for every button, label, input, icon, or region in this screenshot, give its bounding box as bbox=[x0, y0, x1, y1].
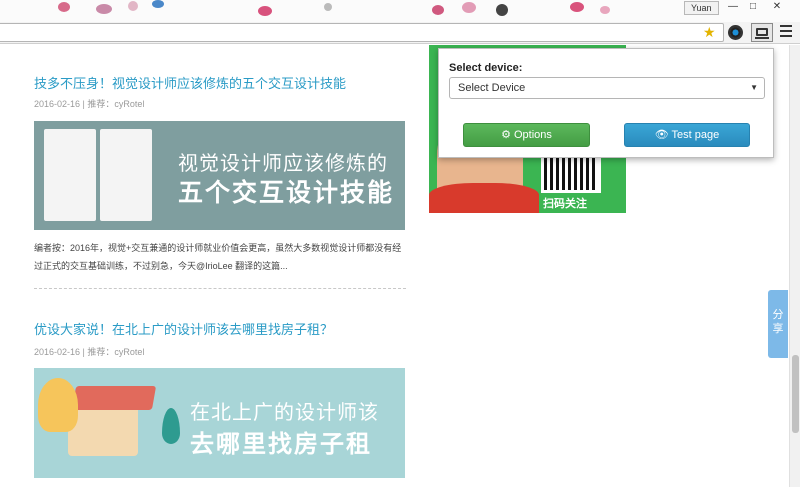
browser-toolbar: ★ bbox=[0, 22, 800, 44]
banner-headline: 视觉设计师应该修炼的 bbox=[178, 153, 388, 175]
page-scrollbar[interactable] bbox=[789, 45, 800, 487]
bird-decoration bbox=[496, 4, 508, 16]
close-button[interactable]: ✕ bbox=[766, 1, 788, 15]
house-roof bbox=[71, 386, 157, 410]
tree-illustration bbox=[162, 408, 180, 444]
post-banner-image[interactable]: 视觉设计师应该修炼的 五个交互设计技能 bbox=[34, 121, 405, 230]
post-meta: 2016-02-16 | 推荐：cyRotel bbox=[34, 347, 145, 357]
device-extension-popup: Select device: Select Device ▼ ⚙ Options… bbox=[438, 48, 774, 158]
post-title-link[interactable]: 优设大家说！在北上广的设计师该去哪里找房子租？ bbox=[34, 319, 333, 338]
qr-code-label: 扫码关注 bbox=[543, 198, 587, 210]
child-photo-shirt bbox=[429, 183, 539, 213]
flower-decoration bbox=[570, 2, 584, 12]
scrollbar-thumb[interactable] bbox=[792, 355, 799, 433]
post-item: 技多不压身！视觉设计师应该修炼的五个交互设计技能 2016-02-16 | 推荐… bbox=[34, 45, 406, 295]
butterfly-decoration bbox=[152, 0, 164, 8]
banner-headline-bold: 去哪里找房子租 bbox=[190, 431, 372, 458]
person-illustration bbox=[38, 378, 78, 432]
dropdown-arrow-icon: ▼ bbox=[750, 83, 758, 92]
device-select-value: Select Device bbox=[458, 82, 526, 94]
flower-decoration bbox=[258, 6, 272, 16]
bookmark-star-icon[interactable]: ★ bbox=[703, 24, 716, 40]
post-meta: 2016-02-16 | 推荐：cyRotel bbox=[34, 99, 145, 109]
post-excerpt: 编者按：2016年，视觉+交互兼通的设计师就业价值会更高，虽然大多数视觉设计师都… bbox=[34, 243, 402, 271]
options-button[interactable]: ⚙ Options bbox=[463, 123, 590, 147]
mockup-card bbox=[44, 129, 96, 221]
device-icon bbox=[756, 28, 768, 36]
banner-headline-bold: 五个交互设计技能 bbox=[178, 179, 395, 207]
flower-decoration bbox=[600, 6, 610, 14]
share-button[interactable]: 分享 bbox=[768, 290, 788, 358]
extension-camera-icon[interactable] bbox=[728, 25, 743, 40]
restore-button[interactable]: □ bbox=[742, 1, 764, 15]
select-device-label: Select device: bbox=[449, 62, 523, 74]
flower-decoration bbox=[324, 3, 332, 11]
flower-decoration bbox=[128, 1, 138, 11]
device-select[interactable]: Select Device ▼ bbox=[449, 77, 765, 99]
device-icon-base bbox=[755, 37, 769, 39]
flower-decoration bbox=[432, 5, 444, 15]
title-bar: Yuan — □ ✕ bbox=[0, 0, 800, 22]
minimize-button[interactable]: — bbox=[722, 1, 744, 15]
profile-button[interactable]: Yuan bbox=[684, 1, 719, 15]
mockup-card bbox=[100, 129, 152, 221]
post-divider bbox=[34, 288, 406, 289]
post-item: 优设大家说！在北上广的设计师该去哪里找房子租？ 2016-02-16 | 推荐：… bbox=[34, 295, 406, 487]
browser-menu-icon[interactable] bbox=[780, 25, 792, 40]
flower-decoration bbox=[462, 2, 476, 13]
banner-headline: 在北上广的设计师该 bbox=[190, 402, 379, 424]
test-page-button[interactable]: 👁 Test page bbox=[624, 123, 750, 147]
address-bar[interactable] bbox=[0, 23, 724, 42]
device-emulator-extension-button[interactable] bbox=[751, 23, 773, 42]
browser-window: Yuan — □ ✕ ★ 技多不压身！视觉设计师应该修炼的五个交互设计技能 20… bbox=[0, 0, 800, 487]
flower-decoration bbox=[96, 4, 112, 14]
post-banner-image[interactable]: 在北上广的设计师该 去哪里找房子租 bbox=[34, 368, 405, 478]
post-title-link[interactable]: 技多不压身！视觉设计师应该修炼的五个交互设计技能 bbox=[34, 73, 346, 92]
flower-decoration bbox=[58, 2, 70, 12]
